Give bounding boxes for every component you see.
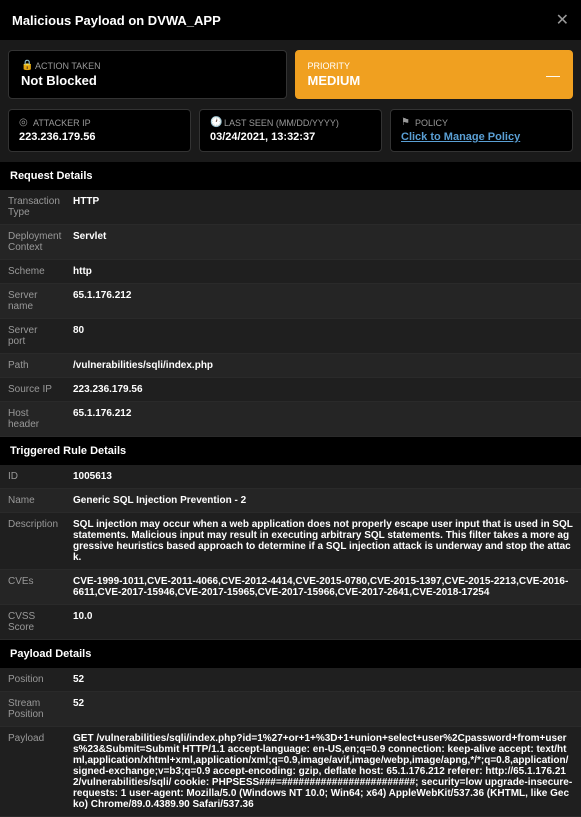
row-value: 65.1.176.212 <box>65 402 581 436</box>
attacker-ip-label: ◎ ATTACKER IP <box>19 118 180 128</box>
rule-details-table: ID1005613NameGeneric SQL Injection Preve… <box>0 465 581 640</box>
priority-card[interactable]: PRIORITY MEDIUM — <box>295 50 574 99</box>
priority-label: PRIORITY <box>308 61 361 71</box>
minus-icon[interactable]: — <box>546 67 560 83</box>
action-taken-card: 🔒 ACTION TAKEN Not Blocked <box>8 50 287 99</box>
row-label: Description <box>0 513 65 569</box>
last-seen-value: 03/24/2021, 13:32:37 <box>210 131 371 143</box>
row-label: Transaction Type <box>0 190 65 224</box>
close-icon[interactable]: ✕ <box>556 10 569 30</box>
request-details-header: Request Details <box>0 162 581 190</box>
rule-details-header: Triggered Rule Details <box>0 437 581 465</box>
row-label: Source IP <box>0 378 65 401</box>
row-label: Deployment Context <box>0 225 65 259</box>
row-value: 223.236.179.56 <box>65 378 581 401</box>
table-row: Position52 <box>0 668 581 692</box>
row-label: Scheme <box>0 260 65 283</box>
request-details-table: Transaction TypeHTTPDeployment ContextSe… <box>0 190 581 437</box>
table-row: ID1005613 <box>0 465 581 489</box>
row-value: 52 <box>65 692 581 726</box>
flag-icon: ⚑ <box>401 118 411 128</box>
table-row: NameGeneric SQL Injection Prevention - 2 <box>0 489 581 513</box>
row-value: 52 <box>65 668 581 691</box>
row-label: ID <box>0 465 65 488</box>
table-row: Server port80 <box>0 319 581 354</box>
row-value: 65.1.176.212 <box>65 284 581 318</box>
target-icon: ◎ <box>19 118 29 128</box>
row-label: Stream Position <box>0 692 65 726</box>
action-value: Not Blocked <box>21 73 274 88</box>
info-cards: ◎ ATTACKER IP 223.236.179.56 🕐 LAST SEEN… <box>0 109 581 162</box>
table-row: CVSS Score10.0 <box>0 605 581 640</box>
action-label: 🔒 ACTION TAKEN <box>21 61 274 71</box>
last-seen-label: 🕐 LAST SEEN (MM/DD/YYYY) <box>210 118 371 128</box>
attacker-ip-card: ◎ ATTACKER IP 223.236.179.56 <box>8 109 191 152</box>
policy-card: ⚑ POLICY Click to Manage Policy <box>390 109 573 152</box>
table-row: DescriptionSQL injection may occur when … <box>0 513 581 570</box>
table-row: Transaction TypeHTTP <box>0 190 581 225</box>
priority-value: MEDIUM <box>308 73 361 88</box>
row-label: CVSS Score <box>0 605 65 639</box>
table-row: Host header65.1.176.212 <box>0 402 581 437</box>
row-value: Servlet <box>65 225 581 259</box>
table-row: Stream Position52 <box>0 692 581 727</box>
row-label: CVEs <box>0 570 65 604</box>
modal-title: Malicious Payload on DVWA_APP <box>12 13 221 28</box>
table-row: Server name65.1.176.212 <box>0 284 581 319</box>
policy-label: ⚑ POLICY <box>401 118 562 128</box>
modal: Malicious Payload on DVWA_APP ✕ 🔒 ACTION… <box>0 0 581 817</box>
policy-label-text: POLICY <box>415 118 448 128</box>
row-value: http <box>65 260 581 283</box>
last-seen-card: 🕐 LAST SEEN (MM/DD/YYYY) 03/24/2021, 13:… <box>199 109 382 152</box>
table-row: CVEsCVE-1999-1011,CVE-2011-4066,CVE-2012… <box>0 570 581 605</box>
lock-icon: 🔒 <box>21 61 31 71</box>
row-label: Position <box>0 668 65 691</box>
table-row: PayloadGET /vulnerabilities/sqli/index.p… <box>0 727 581 817</box>
modal-header: Malicious Payload on DVWA_APP ✕ <box>0 0 581 40</box>
row-label: Server name <box>0 284 65 318</box>
clock-icon: 🕐 <box>210 118 220 128</box>
row-value: 10.0 <box>65 605 581 639</box>
row-label: Payload <box>0 727 65 816</box>
attacker-ip-value: 223.236.179.56 <box>19 131 180 143</box>
payload-details-header: Payload Details <box>0 640 581 668</box>
row-label: Server port <box>0 319 65 353</box>
row-value: CVE-1999-1011,CVE-2011-4066,CVE-2012-441… <box>65 570 581 604</box>
row-value: Generic SQL Injection Prevention - 2 <box>65 489 581 512</box>
top-cards: 🔒 ACTION TAKEN Not Blocked PRIORITY MEDI… <box>0 40 581 109</box>
table-row: Schemehttp <box>0 260 581 284</box>
policy-link[interactable]: Click to Manage Policy <box>401 131 562 143</box>
attacker-ip-label-text: ATTACKER IP <box>33 118 91 128</box>
table-row: Path/vulnerabilities/sqli/index.php <box>0 354 581 378</box>
table-row: Source IP223.236.179.56 <box>0 378 581 402</box>
row-label: Path <box>0 354 65 377</box>
row-value: 1005613 <box>65 465 581 488</box>
row-value: 80 <box>65 319 581 353</box>
row-label: Host header <box>0 402 65 436</box>
payload-details-table: Position52Stream Position52PayloadGET /v… <box>0 668 581 817</box>
row-value: HTTP <box>65 190 581 224</box>
action-label-text: ACTION TAKEN <box>35 61 101 71</box>
row-value: /vulnerabilities/sqli/index.php <box>65 354 581 377</box>
row-value: GET /vulnerabilities/sqli/index.php?id=1… <box>65 727 581 816</box>
last-seen-label-text: LAST SEEN (MM/DD/YYYY) <box>224 118 339 128</box>
row-label: Name <box>0 489 65 512</box>
row-value: SQL injection may occur when a web appli… <box>65 513 581 569</box>
table-row: Deployment ContextServlet <box>0 225 581 260</box>
